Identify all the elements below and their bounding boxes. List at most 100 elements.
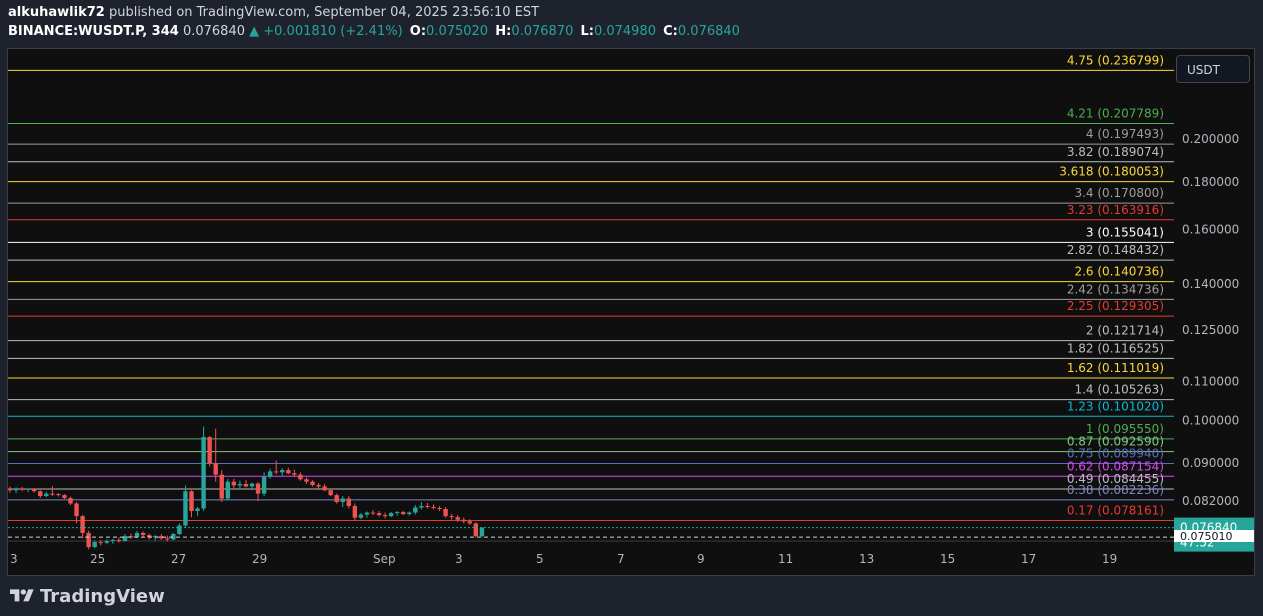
time-tick-label: 15 bbox=[940, 552, 955, 566]
candle-body bbox=[322, 486, 327, 491]
footer-brand[interactable]: TradingView bbox=[10, 584, 165, 608]
price-tick-label: 0.082000 bbox=[1182, 494, 1239, 508]
open-value: 0.075020 bbox=[426, 24, 489, 39]
candle-body bbox=[437, 507, 442, 510]
fib-level-label: 1.62 (0.111019) bbox=[1067, 361, 1164, 375]
candle-body bbox=[80, 516, 85, 533]
time-tick-label: 11 bbox=[778, 552, 793, 566]
candle-body bbox=[32, 488, 37, 492]
fib-level-label: 2.25 (0.129305) bbox=[1067, 299, 1164, 313]
candle-body bbox=[13, 488, 19, 491]
high-label: H: bbox=[495, 24, 512, 39]
author-name[interactable]: alkuhawlik72 bbox=[8, 5, 105, 20]
candle-body bbox=[413, 507, 418, 513]
candle-body bbox=[407, 512, 412, 515]
fib-level-label: 2 (0.121714) bbox=[1086, 324, 1164, 338]
fib-level-label: 0.17 (0.078161) bbox=[1067, 503, 1164, 517]
time-tick-label: 3 bbox=[10, 552, 18, 566]
candle-body bbox=[376, 513, 382, 516]
candle-body bbox=[207, 437, 212, 464]
fib-level-label: 3.82 (0.189074) bbox=[1067, 145, 1164, 159]
candle-body bbox=[249, 483, 255, 487]
candle-body bbox=[225, 481, 230, 499]
tradingview-wordmark: TradingView bbox=[40, 585, 165, 607]
candle-body bbox=[104, 541, 109, 543]
publish-info: alkuhawlik72 published on TradingView.co… bbox=[8, 5, 539, 20]
candle-body bbox=[195, 508, 200, 512]
candle-body bbox=[370, 512, 376, 514]
symbol-name[interactable]: BINANCE:WUSDT.P, 344 bbox=[8, 24, 179, 39]
candle-body bbox=[419, 505, 424, 508]
fib-level-label: 4 (0.197493) bbox=[1086, 127, 1164, 141]
chart-pane[interactable]: 4.75 (0.236799) 4.21 (0.207789) 4 (0.19749… bbox=[7, 48, 1255, 576]
chart-canvas[interactable]: 4.75 (0.236799) 4.21 (0.207789) 4 (0.19749… bbox=[8, 49, 1254, 575]
candle-body bbox=[401, 512, 406, 515]
open-label: O: bbox=[409, 24, 427, 39]
candle-body bbox=[352, 505, 358, 518]
candle-body bbox=[340, 498, 345, 502]
candle-body bbox=[189, 491, 194, 512]
candle-body bbox=[286, 470, 291, 474]
fib-level-label: 1.23 (0.101020) bbox=[1067, 399, 1164, 413]
candle-body bbox=[140, 532, 146, 536]
time-tick-label: 27 bbox=[171, 552, 186, 566]
candle-body bbox=[165, 538, 170, 540]
fib-level-label: 0.38 (0.082236) bbox=[1067, 483, 1164, 497]
price-markers: 0.07684047:520.075010 bbox=[8, 517, 1254, 552]
time-tick-label: 19 bbox=[1102, 552, 1117, 566]
candle-body bbox=[328, 490, 333, 496]
candle-body bbox=[92, 542, 97, 548]
candle-body bbox=[358, 514, 364, 518]
fib-level-label: 2.42 (0.134736) bbox=[1067, 282, 1164, 296]
fib-extension-levels: 4.75 (0.236799) 4.21 (0.207789) 4 (0.19749… bbox=[8, 53, 1174, 521]
time-tick-label: 17 bbox=[1021, 552, 1036, 566]
fib-level-label: 4.21 (0.207789) bbox=[1067, 106, 1164, 120]
candle-body bbox=[116, 539, 122, 542]
candle-body bbox=[382, 515, 388, 517]
fib-level-label: 3.23 (0.163916) bbox=[1067, 203, 1164, 217]
high-value: 0.076870 bbox=[511, 24, 574, 39]
tradingview-logo-icon bbox=[10, 589, 34, 602]
candle-body bbox=[261, 476, 267, 494]
low-price-value: 0.075010 bbox=[1180, 530, 1233, 543]
low-label: L: bbox=[580, 24, 594, 39]
fib-level-label: 2.6 (0.140736) bbox=[1074, 265, 1164, 279]
candle-body bbox=[86, 532, 91, 548]
candle-body bbox=[274, 471, 279, 473]
time-tick-label: 29 bbox=[252, 552, 267, 566]
candle-body bbox=[219, 474, 224, 499]
candle-body bbox=[425, 505, 430, 507]
time-tick-label: Sep bbox=[373, 552, 396, 566]
price-change: ▲ +0.001810 (+2.41%) bbox=[249, 24, 403, 39]
candle-body bbox=[473, 523, 479, 537]
candle-body bbox=[461, 519, 466, 522]
candle-body bbox=[201, 437, 206, 509]
fib-level-label: 3.4 (0.170800) bbox=[1074, 186, 1164, 200]
currency-button[interactable]: USDT bbox=[1176, 55, 1250, 83]
candle-body bbox=[280, 470, 285, 473]
candle-body bbox=[267, 471, 273, 477]
close-label: C: bbox=[663, 24, 678, 39]
price-tick-label: 0.100000 bbox=[1182, 413, 1239, 427]
candle-body bbox=[388, 513, 394, 517]
candle-body bbox=[237, 484, 243, 486]
candle-body bbox=[395, 512, 400, 514]
time-scale[interactable]: 3 25 27 29 Sep 3 5 7 9 11 13 15 17 19 bbox=[10, 552, 1117, 566]
candle-body bbox=[183, 491, 188, 526]
candle-body bbox=[74, 503, 79, 517]
fib-level-label: 2.82 (0.148432) bbox=[1067, 243, 1164, 257]
candle-body bbox=[98, 542, 103, 544]
candle-body bbox=[177, 525, 182, 534]
candle-body bbox=[431, 506, 436, 508]
candle-body bbox=[346, 498, 351, 506]
candlestick-series bbox=[8, 426, 485, 550]
candle-body bbox=[443, 509, 448, 517]
candle-body bbox=[231, 481, 237, 486]
candle-body bbox=[62, 495, 67, 499]
fib-level-label: 4.75 (0.236799) bbox=[1067, 53, 1164, 67]
fib-level-label: 3.618 (0.180053) bbox=[1059, 165, 1164, 179]
time-tick-label: 9 bbox=[697, 552, 705, 566]
price-tick-label: 0.125000 bbox=[1182, 323, 1239, 337]
candle-body bbox=[292, 473, 297, 475]
candle-body bbox=[68, 498, 73, 504]
